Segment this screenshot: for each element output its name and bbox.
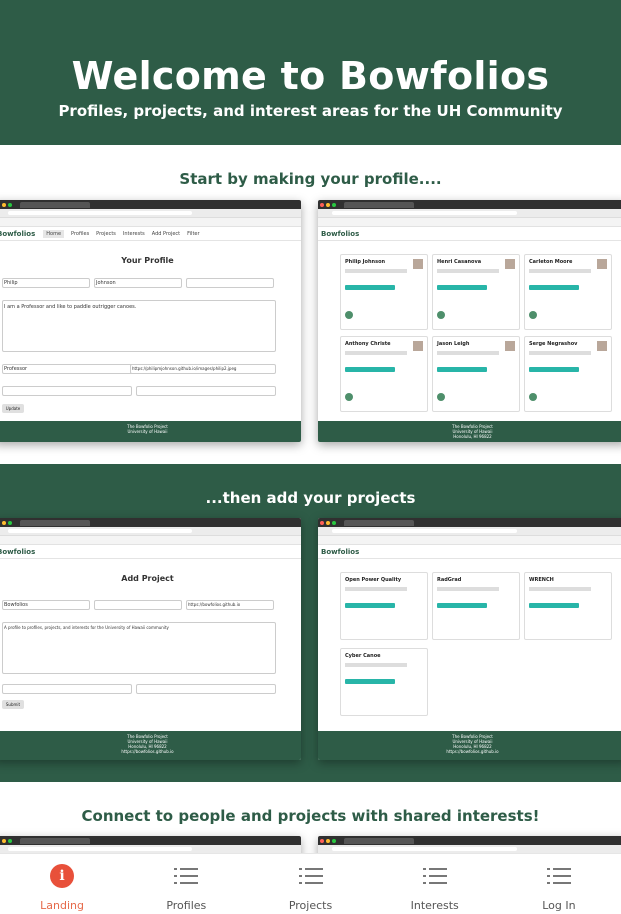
app-nav-item: Projects bbox=[96, 230, 116, 237]
hero-banner: Welcome to Bowfolios Profiles, projects,… bbox=[0, 0, 621, 145]
app-logo: Bowfolios bbox=[321, 547, 360, 556]
project-card-name: Open Power Quality bbox=[345, 577, 402, 583]
footer-text: The Bowfolio Project University of Hawai… bbox=[318, 421, 621, 442]
app-nav-item: Filter bbox=[187, 230, 200, 237]
app-logo: Bowfolios bbox=[0, 229, 36, 238]
projects-list-screenshot: Bowfolios Open Power Quality RadGrad WRE… bbox=[318, 518, 621, 760]
nav-profiles[interactable]: Profiles bbox=[124, 854, 248, 914]
profile-card-name: Jason Leigh bbox=[437, 341, 470, 347]
nav-landing[interactable]: i Landing bbox=[0, 854, 124, 914]
app-nav-item: Interests bbox=[122, 230, 145, 237]
project-name-value: Bowfolios bbox=[4, 602, 28, 608]
update-button: Update bbox=[2, 404, 24, 413]
bottom-navigation: i Landing Profiles Projects Interests Lo… bbox=[0, 853, 621, 914]
bio-value: I am a Professor and like to paddle outr… bbox=[4, 304, 137, 310]
info-icon: i bbox=[50, 864, 75, 888]
hero-title: Welcome to Bowfolios bbox=[71, 54, 550, 98]
section-title-profile: Start by making your profile.... bbox=[179, 170, 442, 188]
nav-login[interactable]: Log In bbox=[497, 854, 621, 914]
footer-text: The Bowfolio Project University of Hawai… bbox=[0, 731, 301, 760]
profile-card-name: Henri Casanova bbox=[437, 259, 482, 265]
app-nav-item: Profiles bbox=[71, 230, 90, 237]
list-icon bbox=[546, 868, 571, 884]
description-value: A profile to profiles, projects, and int… bbox=[4, 625, 169, 630]
nav-label: Log In bbox=[542, 899, 576, 912]
app-nav-item: Home bbox=[43, 229, 65, 238]
footer-text: The Bowfolio Project University of Hawai… bbox=[0, 421, 301, 442]
first-name-value: Philip bbox=[4, 280, 18, 286]
homepage-value: https://bowfolios.github.io bbox=[188, 602, 241, 607]
app-logo: Bowfolios bbox=[0, 547, 36, 556]
add-project-heading: Add Project bbox=[121, 574, 174, 583]
section-title-connect: Connect to people and projects with shar… bbox=[81, 807, 540, 825]
project-card-name: WRENCH bbox=[529, 577, 554, 583]
submit-button: Submit bbox=[2, 700, 24, 709]
profiles-list-screenshot: Bowfolios Philip Johnson Henri Casanova … bbox=[318, 200, 621, 442]
profile-card-name: Carleton Moore bbox=[529, 259, 573, 265]
section-title-projects: ...then add your projects bbox=[205, 489, 416, 507]
project-card-name: RadGrad bbox=[437, 577, 462, 583]
nav-projects[interactable]: Projects bbox=[248, 854, 372, 914]
profile-heading: Your Profile bbox=[121, 256, 174, 265]
app-nav-item: Add Project bbox=[151, 230, 181, 237]
last-name-value: Johnson bbox=[96, 280, 116, 286]
profile-card-name: Anthony Christe bbox=[345, 341, 391, 347]
hero-subtitle: Profiles, projects, and interest areas f… bbox=[58, 102, 563, 120]
title-value: Professor bbox=[4, 366, 28, 372]
profile-form-screenshot: Bowfolios Home Profiles Projects Interes… bbox=[0, 200, 301, 442]
list-icon bbox=[422, 868, 447, 884]
nav-label: Landing bbox=[40, 899, 85, 912]
app-logo: Bowfolios bbox=[321, 229, 360, 238]
add-project-screenshot: Bowfolios Add Project Bowfolios https://… bbox=[0, 518, 301, 760]
list-icon bbox=[298, 868, 323, 884]
nav-interests[interactable]: Interests bbox=[373, 854, 497, 914]
profile-card-name: Philip Johnson bbox=[345, 259, 386, 265]
nav-label: Interests bbox=[410, 899, 459, 912]
footer-text: The Bowfolio Project University of Hawai… bbox=[318, 731, 621, 760]
project-card-name: Cyber Canoe bbox=[345, 653, 381, 659]
picture-value: https://philipmjohnson.github.io/images/… bbox=[132, 366, 237, 371]
profile-card-name: Serge Negrashov bbox=[529, 341, 578, 347]
nav-label: Projects bbox=[288, 899, 333, 912]
nav-label: Profiles bbox=[166, 899, 207, 912]
list-icon bbox=[174, 868, 199, 884]
